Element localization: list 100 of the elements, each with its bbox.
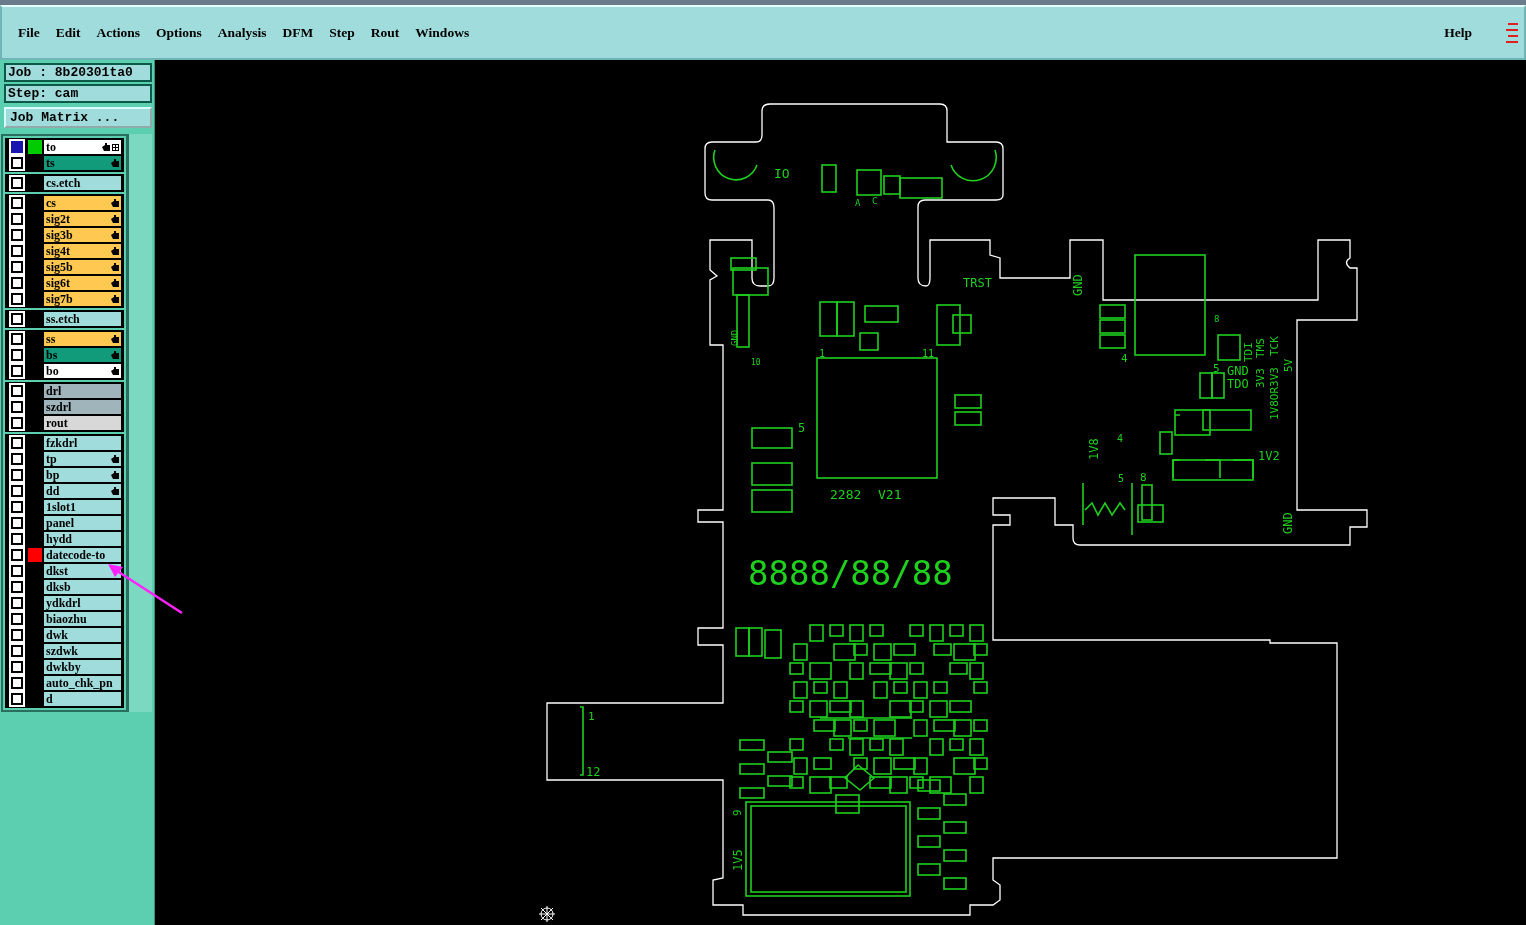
layer-checkbox[interactable] [11, 533, 23, 545]
layer-name: to [46, 140, 57, 154]
silkscreen-label: 1 [819, 348, 826, 359]
layer-checkbox[interactable] [11, 453, 23, 465]
layer-checkbox[interactable] [11, 197, 23, 209]
layer-checkbox[interactable] [11, 581, 23, 593]
layer-item[interactable]: biaozhu [44, 612, 121, 626]
layer-item[interactable]: drl [44, 384, 121, 398]
layer-item[interactable]: rout [44, 416, 121, 430]
job-name: Job : 8b20301ta0 [4, 63, 152, 82]
layer-checkbox[interactable] [11, 365, 23, 377]
layer-checkbox[interactable] [11, 437, 23, 449]
grid-icon [111, 143, 119, 151]
layer-item[interactable]: ts [44, 156, 121, 170]
layer-item[interactable]: ss [44, 332, 121, 346]
layer-item[interactable]: 1slot1 [44, 500, 121, 514]
layer-item[interactable]: dwk [44, 628, 121, 642]
layer-item[interactable]: sig2t [44, 212, 121, 226]
silkscreen-label: GND [1227, 364, 1249, 378]
layer-item[interactable]: auto_chk_pn [44, 676, 121, 690]
silkscreen-label: IO [774, 166, 790, 181]
layer-checkbox[interactable] [11, 469, 23, 481]
layer-checkbox[interactable] [11, 229, 23, 241]
layer-item[interactable]: sig6t [44, 276, 121, 290]
layer-checkbox[interactable] [11, 613, 23, 625]
menu-item[interactable]: Rout [364, 22, 408, 43]
silkscreen-label: GND [1071, 274, 1085, 296]
layer-item[interactable]: dwkby [44, 660, 121, 674]
layer-item[interactable]: dksb [44, 580, 121, 594]
layer-item[interactable]: bp [44, 468, 121, 482]
job-matrix-button[interactable]: Job Matrix ... [4, 107, 152, 128]
layer-item[interactable]: bo [44, 364, 121, 378]
menu-item[interactable]: Windows [409, 22, 478, 43]
layer-item[interactable]: to [44, 140, 121, 154]
layer-checkbox[interactable] [11, 549, 23, 561]
layer-name: ts [46, 156, 56, 170]
layer-checkbox[interactable] [11, 313, 23, 325]
layer-item[interactable]: cs.etch [44, 176, 121, 190]
layer-item[interactable]: datecode-to [44, 548, 121, 562]
silkscreen-label: 1V8 [1087, 438, 1101, 460]
layer-checkbox[interactable] [11, 385, 23, 397]
layer-name: ss [46, 332, 57, 346]
layer-item[interactable]: tp [44, 452, 121, 466]
layer-item[interactable]: ss.etch [44, 312, 121, 326]
menu-item[interactable]: Analysis [211, 22, 275, 43]
layer-checkbox[interactable] [11, 141, 23, 153]
layer-checkbox[interactable] [11, 629, 23, 641]
layer-item[interactable]: d [44, 692, 121, 706]
layer-checkbox[interactable] [11, 597, 23, 609]
scrollbar-track[interactable] [127, 134, 152, 712]
layer-item[interactable]: sig7b [44, 292, 121, 306]
layer-item[interactable]: cs [44, 196, 121, 210]
layer-item[interactable]: sig5b [44, 260, 121, 274]
layer-checkbox[interactable] [11, 661, 23, 673]
silkscreen-label: GND [730, 329, 740, 346]
layer-item[interactable]: hydd [44, 532, 121, 546]
layer-item[interactable]: ydkdrl [44, 596, 121, 610]
layer-checkbox[interactable] [11, 677, 23, 689]
menu-item[interactable]: Step [323, 22, 363, 43]
layer-item[interactable]: sig4t [44, 244, 121, 258]
layer-item[interactable]: sig3b [44, 228, 121, 242]
layer-checkbox[interactable] [11, 565, 23, 577]
menu-item[interactable]: File [12, 22, 48, 43]
layer-checkbox[interactable] [11, 293, 23, 305]
silkscreen-label: C [872, 196, 878, 206]
layer-checkbox[interactable] [11, 401, 23, 413]
layer-item[interactable]: panel [44, 516, 121, 530]
menu-item[interactable]: Edit [49, 22, 89, 43]
layer-item[interactable]: dd [44, 484, 121, 498]
layer-checkbox[interactable] [11, 501, 23, 513]
silkscreen-label: 8 [1140, 471, 1147, 484]
layer-checkbox[interactable] [11, 485, 23, 497]
layer-checkbox[interactable] [11, 213, 23, 225]
help-menu[interactable]: Help [1438, 22, 1480, 43]
layer-checkbox[interactable] [11, 417, 23, 429]
layer-checkbox[interactable] [11, 177, 23, 189]
layer-item[interactable]: bs [44, 348, 121, 362]
menu-item[interactable]: Options [150, 22, 210, 43]
silkscreen-label: A [855, 198, 861, 208]
layer-checkbox[interactable] [11, 333, 23, 345]
layer-checkbox[interactable] [11, 517, 23, 529]
layer-checkbox[interactable] [11, 277, 23, 289]
menu-item[interactable]: Actions [90, 22, 148, 43]
layer-name: tp [46, 452, 58, 466]
layer-checkbox[interactable] [11, 157, 23, 169]
layer-name: bp [46, 468, 61, 482]
layer-item[interactable]: szdwk [44, 644, 121, 658]
silkscreen-label: 1V2 [1258, 449, 1280, 463]
layer-checkbox[interactable] [11, 349, 23, 361]
silkscreen-label: 5 [798, 421, 806, 435]
menu-item[interactable]: DFM [276, 22, 322, 43]
silkscreen-label: 8888/88/88 [748, 553, 953, 593]
layer-checkbox[interactable] [11, 245, 23, 257]
layer-checkbox[interactable] [11, 261, 23, 273]
layer-item[interactable]: fzkdrl [44, 436, 121, 450]
layer-checkbox[interactable] [11, 645, 23, 657]
layer-item[interactable]: szdrl [44, 400, 121, 414]
layer-checkbox[interactable] [11, 693, 23, 705]
silkscreen-label: TMS [1254, 338, 1267, 358]
layer-item[interactable]: dkst [44, 564, 121, 578]
